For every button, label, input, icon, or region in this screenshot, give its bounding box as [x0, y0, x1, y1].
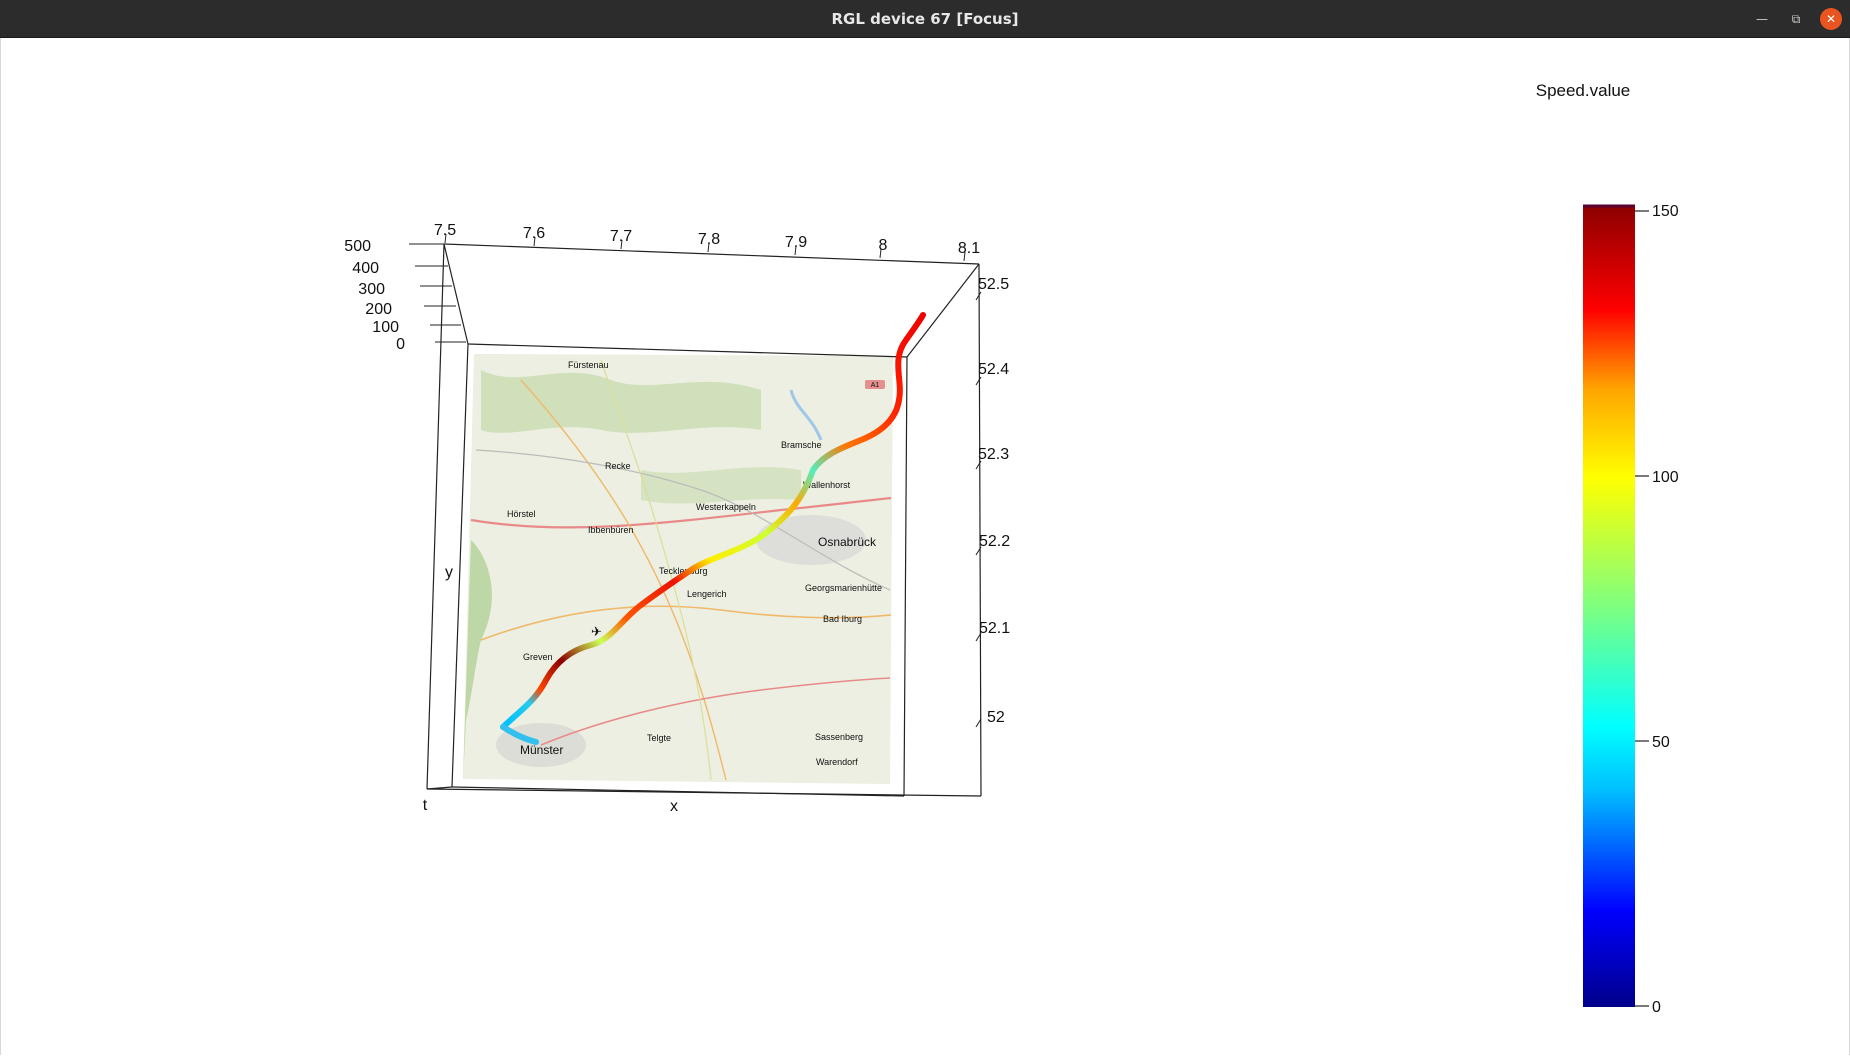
- legend-title: Speed.value: [1536, 81, 1631, 100]
- x-tick-label: 7.8: [698, 231, 720, 248]
- t-tick-label: 400: [352, 260, 379, 277]
- y-axis-label: y: [445, 564, 453, 581]
- map-label-a1: A1: [871, 382, 880, 389]
- map-label-hoerstel: Hörstel: [507, 509, 536, 519]
- legend-tick-label: 150: [1652, 203, 1679, 220]
- restore-icon[interactable]: ⧉: [1785, 8, 1807, 30]
- map-label-greven: Greven: [523, 652, 553, 662]
- map-label-warendorf: Warendorf: [816, 757, 858, 767]
- map-label-bramsche: Bramsche: [781, 440, 822, 450]
- map-label-westerkappeln: Westerkappeln: [696, 502, 756, 512]
- map-label-sassenberg: Sassenberg: [815, 732, 863, 742]
- x-axis-label: x: [670, 798, 678, 815]
- y-tick-label: 52.5: [978, 276, 1009, 293]
- rgl-canvas[interactable]: A1 Fürstenau Bramsche Recke Wallenhorst …: [0, 38, 1850, 1055]
- map-tile: A1 Fürstenau Bramsche Recke Wallenhorst …: [463, 354, 893, 784]
- t-tick-label: 300: [358, 281, 385, 298]
- t-tick-label: 100: [372, 319, 399, 336]
- x-tick-label: 7.5: [434, 222, 456, 239]
- x-tick-label: 7.9: [785, 234, 807, 251]
- close-icon[interactable]: ✕: [1820, 8, 1842, 30]
- map-label-telgte: Telgte: [647, 733, 671, 743]
- y-tick-label: 52.4: [978, 361, 1009, 378]
- map-label-fuerstenau: Fürstenau: [568, 360, 609, 370]
- x-tick-label: 7.6: [523, 225, 545, 242]
- y-tick-label: 52.1: [979, 620, 1010, 637]
- map-label-muenster: Münster: [520, 743, 563, 757]
- t-tick-label: 200: [365, 301, 392, 318]
- map-label-bad-iburg: Bad Iburg: [823, 614, 862, 624]
- x-tick-label: 8.1: [958, 240, 980, 257]
- map-label-recke: Recke: [605, 461, 631, 471]
- y-tick-label: 52.2: [979, 533, 1010, 550]
- map-label-osnabrueck: Osnabrück: [818, 535, 877, 549]
- legend-tick-label: 50: [1652, 734, 1670, 751]
- t-tick-label: 0: [396, 336, 405, 353]
- map-label-ibbenbueren: Ibbenbüren: [588, 525, 634, 535]
- t-axis-label: t: [423, 797, 428, 814]
- window-title: RGL device 67 [Focus]: [831, 10, 1019, 28]
- speed-legend: Speed.value 150 100 50 0: [1536, 81, 1679, 1016]
- x-tick-label: 8: [879, 237, 888, 254]
- map-label-georgsmarienhuette: Georgsmarienhütte: [805, 583, 882, 593]
- t-axis: 500 400 300 200 100 0 t: [344, 238, 466, 814]
- x-tick-label: 7.7: [610, 228, 632, 245]
- t-tick-label: 500: [344, 238, 371, 255]
- y-tick-label: 52.3: [978, 446, 1009, 463]
- minimize-icon[interactable]: —: [1751, 8, 1773, 30]
- plot-svg: A1 Fürstenau Bramsche Recke Wallenhorst …: [344, 81, 1679, 1016]
- legend-tick-label: 100: [1652, 469, 1679, 486]
- color-bar: [1583, 205, 1635, 1007]
- title-bar: RGL device 67 [Focus] — ⧉ ✕: [0, 0, 1850, 38]
- map-label-lengerich: Lengerich: [687, 589, 727, 599]
- airport-icon: ✈: [591, 624, 602, 639]
- legend-tick-label: 0: [1652, 999, 1661, 1016]
- y-tick-label: 52: [987, 709, 1005, 726]
